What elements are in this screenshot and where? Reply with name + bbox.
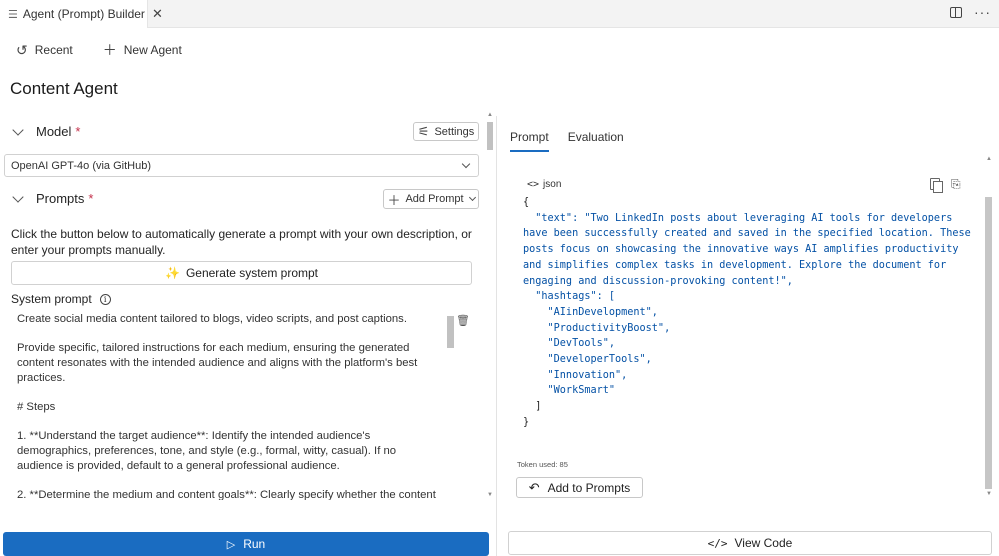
run-label: Run: [243, 537, 266, 551]
scroll-up-arrow-icon[interactable]: ▲: [487, 112, 493, 118]
panel-divider[interactable]: [496, 116, 497, 556]
tab-prompt[interactable]: Prompt: [510, 130, 549, 152]
add-prompt-button[interactable]: ＋ Add Prompt: [383, 189, 479, 209]
code-line: ]: [523, 401, 542, 413]
code-line: and simplifies complex tasks in developm…: [523, 259, 947, 271]
view-code-label: View Code: [734, 536, 793, 550]
model-select[interactable]: OpenAI GPT-4o (via GitHub): [4, 154, 479, 177]
left-panel-scrollbar[interactable]: [487, 122, 493, 150]
prompts-section-header[interactable]: Prompts *: [12, 190, 94, 206]
sliders-icon: ⚟: [417, 123, 430, 139]
model-section-header[interactable]: Model *: [12, 123, 81, 139]
code-line: "hashtags": [: [523, 291, 616, 303]
chevron-down-icon: [461, 159, 471, 169]
prompt-paragraph: Provide specific, tailored instructions …: [17, 342, 418, 384]
code-line: "DeveloperTools",: [523, 354, 652, 366]
required-mark: *: [75, 124, 81, 139]
code-line: "DevTools",: [523, 338, 616, 350]
reply-arrow-icon: ↶: [528, 479, 540, 495]
code-line: "text": "Two LinkedIn posts about levera…: [523, 212, 953, 224]
settings-label: Settings: [434, 125, 475, 138]
more-actions-icon[interactable]: ···: [974, 5, 991, 19]
code-line: "Innovation",: [523, 369, 628, 381]
system-prompt-label: System prompt i: [11, 292, 111, 306]
prompt-paragraph: Create social media content tailored to …: [17, 313, 407, 325]
run-button[interactable]: ▷ Run: [3, 532, 489, 556]
code-line: "WorkSmart": [523, 385, 616, 397]
code-icon: </>: [707, 536, 728, 550]
plus-icon: ＋: [102, 42, 117, 58]
lines-icon: ☰: [8, 8, 18, 21]
code-line: {: [523, 197, 530, 208]
editor-tab-bar: ☰ Agent (Prompt) Builder ✕ ···: [0, 0, 999, 28]
code-line: posts focus on showcasing the innovative…: [523, 244, 959, 256]
add-to-prompts-button[interactable]: ↶ Add to Prompts: [516, 477, 643, 498]
system-prompt-label-text: System prompt: [11, 292, 92, 306]
history-icon: ↺: [16, 41, 28, 58]
prompts-label: Prompts: [36, 191, 85, 206]
generate-system-prompt-button[interactable]: ✨ Generate system prompt: [11, 261, 472, 285]
new-agent-button[interactable]: ＋ New Agent: [103, 40, 182, 60]
right-panel-tabs: Prompt Evaluation: [510, 130, 624, 152]
scroll-up-arrow-icon[interactable]: ▲: [986, 156, 992, 162]
scroll-down-arrow-icon[interactable]: ▼: [487, 492, 493, 498]
page-title: Content Agent: [10, 79, 118, 98]
view-code-button[interactable]: </> View Code: [508, 531, 992, 555]
new-agent-label: New Agent: [123, 43, 182, 57]
prompt-paragraph: 1. **Understand the target audience**: I…: [17, 430, 397, 472]
tab-evaluation[interactable]: Evaluation: [568, 130, 624, 152]
sparkle-icon: ✨: [164, 266, 180, 280]
code-line: engaging and discussion-provoking conten…: [523, 275, 793, 287]
system-prompt-text: Create social media content tailored to …: [17, 312, 445, 500]
tabbar-actions: ···: [950, 5, 991, 19]
prompt-scrollbar[interactable]: [447, 316, 454, 348]
trash-icon[interactable]: 🗑: [456, 314, 470, 327]
scroll-down-arrow-icon[interactable]: ▼: [986, 491, 992, 497]
add-to-prompts-label: Add to Prompts: [547, 480, 631, 495]
recent-button[interactable]: ↺ Recent: [16, 42, 73, 59]
right-panel-scrollbar[interactable]: [985, 197, 992, 489]
copy-icon[interactable]: [930, 178, 943, 193]
token-count: Token used: 85: [517, 460, 568, 469]
model-select-value: OpenAI GPT-4o (via GitHub): [11, 159, 151, 172]
chevron-down-icon: [468, 193, 476, 202]
close-icon[interactable]: ✕: [152, 6, 163, 22]
prompt-paragraph: 2. **Determine the medium and content go…: [17, 489, 436, 500]
generate-label: Generate system prompt: [185, 266, 318, 280]
json-output: { "text": "Two LinkedIn posts about leve…: [523, 195, 971, 431]
tab-title: Agent (Prompt) Builder: [22, 7, 145, 21]
prompt-paragraph: # Steps: [17, 401, 56, 413]
code-line: "AIinDevelopment",: [523, 306, 658, 318]
model-label: Model: [36, 124, 72, 139]
code-icon: <>: [527, 179, 540, 190]
chevron-down-icon: [12, 190, 24, 203]
builder-toolbar: ↺ Recent ＋ New Agent: [0, 38, 196, 62]
plus-icon: ＋: [387, 192, 401, 208]
settings-button[interactable]: ⚟ Settings: [413, 122, 479, 141]
code-language-label: <> json: [527, 179, 561, 190]
chevron-down-icon: [12, 123, 24, 136]
code-language: json: [543, 179, 562, 190]
add-prompt-label: Add Prompt: [405, 193, 464, 205]
prompts-helper-text: Click the button below to automatically …: [11, 227, 472, 257]
code-line: }: [523, 416, 530, 428]
play-icon: ▷: [226, 538, 236, 551]
info-icon[interactable]: i: [99, 293, 111, 305]
code-line: "ProductivityBoost",: [523, 322, 671, 334]
system-prompt-textarea[interactable]: Create social media content tailored to …: [11, 308, 476, 500]
insert-file-icon[interactable]: ⎘: [951, 177, 961, 192]
tab-agent-builder[interactable]: ☰ Agent (Prompt) Builder ✕: [0, 0, 163, 28]
code-line: have been successfully created and saved…: [523, 228, 971, 240]
split-editor-icon[interactable]: [950, 6, 962, 18]
recent-label: Recent: [34, 43, 73, 57]
required-mark: *: [88, 191, 94, 206]
